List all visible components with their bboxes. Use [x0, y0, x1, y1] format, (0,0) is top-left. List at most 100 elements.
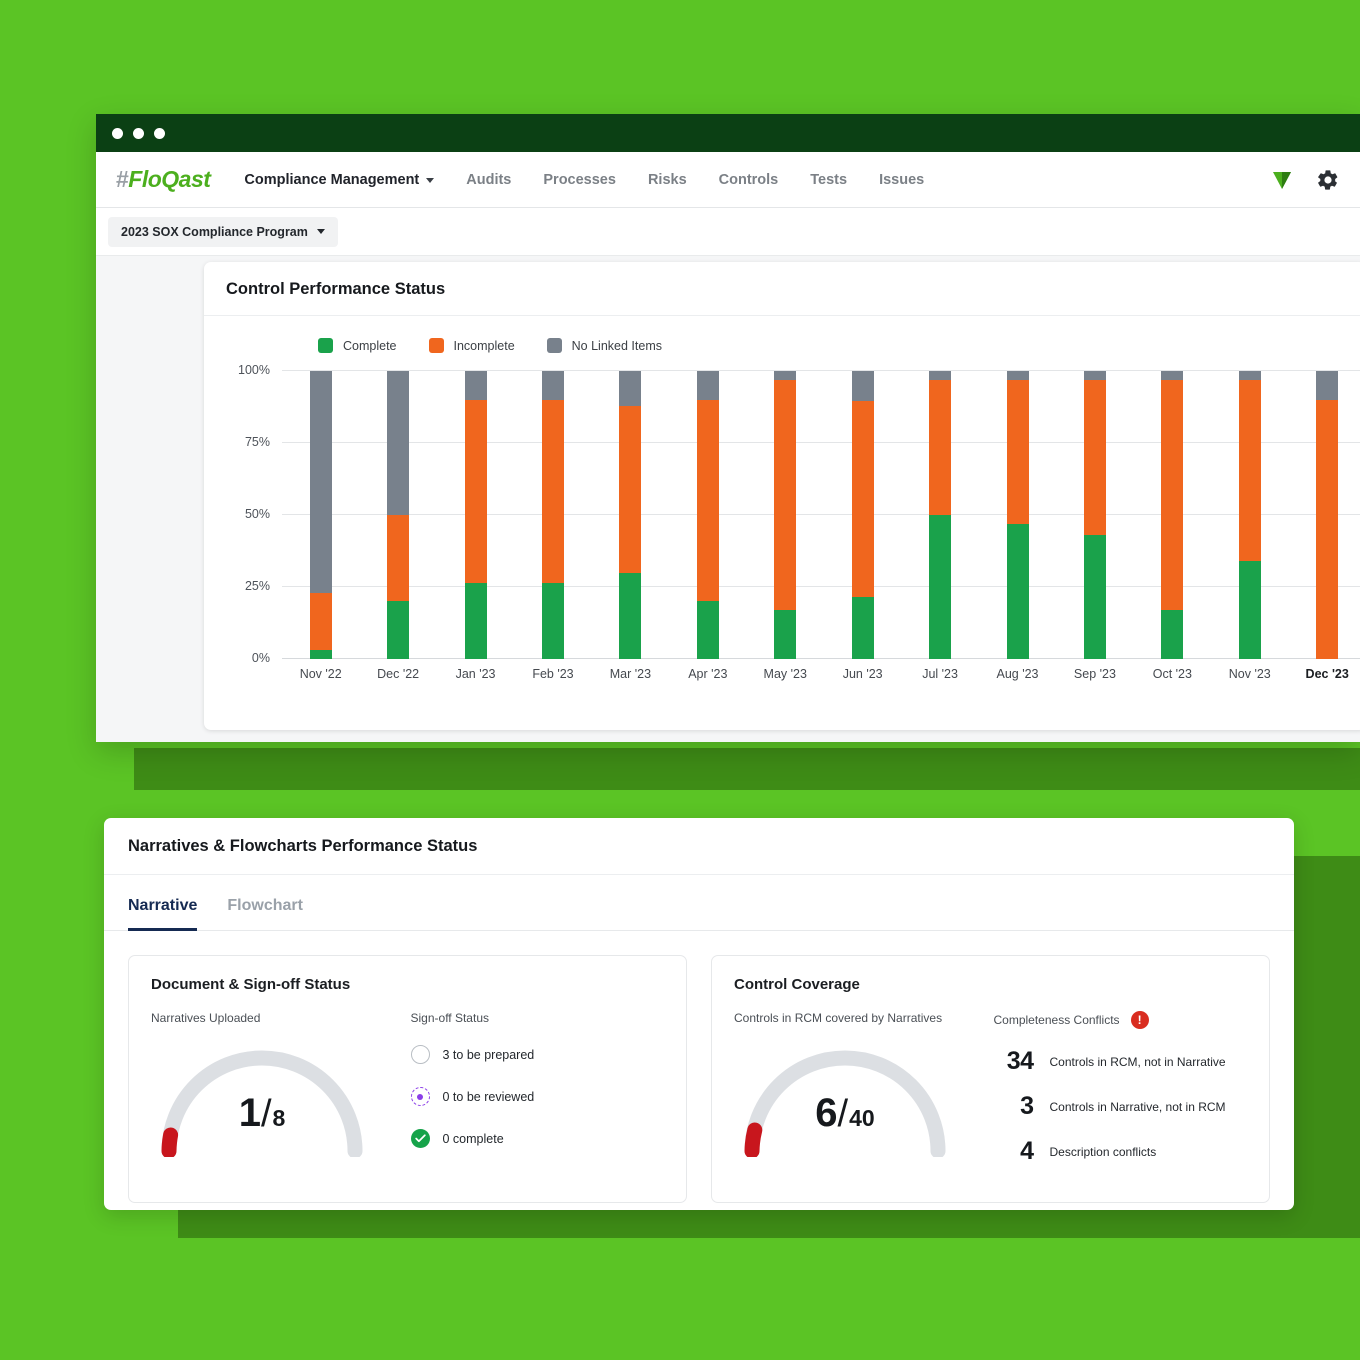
floqast-logo[interactable]: # FloQast [116, 166, 211, 193]
bar-segment-complete [1006, 523, 1029, 659]
window-dot-minimize[interactable] [133, 127, 144, 139]
legend-item-no-linked-items[interactable]: No Linked Items [546, 338, 662, 353]
narratives-uploaded-gauge: 1/8 [151, 1039, 373, 1159]
bar-segment-no-linked-items [696, 371, 719, 400]
chart-bar-Apr23[interactable] [669, 371, 746, 659]
completeness-conflicts-header: Completeness Conflicts ! [994, 1011, 1248, 1029]
chevron-down-icon [426, 178, 435, 183]
bar-stack [541, 371, 564, 659]
chart-x-tick-label: Jan '23 [455, 667, 496, 681]
control-performance-card: Control Performance Status Complete Incom… [204, 262, 1360, 730]
bar-segment-no-linked-items [619, 371, 642, 406]
nav-item-risks-label: Risks [647, 171, 687, 188]
legend-item-label: Complete [343, 338, 397, 353]
program-selector[interactable]: 2023 SOX Compliance Program [108, 216, 338, 247]
chart-bar-Jul23[interactable] [901, 371, 978, 659]
chart-x-tick-label: Nov '23 [1228, 667, 1271, 681]
chart-y-tick-label: 75% [244, 435, 270, 449]
signoff-status-section: Sign-off Status 3 to be prepared 0 to be… [410, 1011, 665, 1157]
nav-item-processes-label: Processes [543, 171, 616, 188]
chart-legend: Complete Incomplete No Linked Items [204, 316, 1360, 353]
narratives-uploaded-total: 8 [272, 1105, 286, 1131]
bar-stack [1006, 371, 1029, 659]
controls-covered-total: 40 [849, 1105, 875, 1131]
tab-flowchart[interactable]: Flowchart [227, 897, 303, 931]
bar-segment-incomplete [774, 379, 797, 611]
signoff-item-label: 3 to be prepared [442, 1047, 535, 1062]
nav-item-risks[interactable]: Risks [648, 172, 687, 188]
nav-compliance-management[interactable]: Compliance Management [244, 171, 435, 188]
conflict-count: 34 [1006, 1047, 1034, 1075]
bar-stack [309, 371, 332, 659]
bar-segment-complete [696, 601, 719, 659]
tab-narrative[interactable]: Narrative [128, 897, 198, 931]
decorative-green-bar-top [134, 748, 1360, 790]
bar-segment-incomplete [851, 401, 874, 598]
nav-item-processes[interactable]: Processes [543, 172, 616, 188]
control-coverage-title: Control Coverage [734, 976, 860, 993]
chart-plot-area: 100% 75% 50% 25% 0% Nov '22 Dec '22 Jan '23 Feb… [204, 363, 1360, 701]
chart-y-tick-label: 25% [244, 579, 270, 593]
nav-item-issues[interactable]: Issues [879, 172, 924, 188]
control-performance-title: Control Performance Status [204, 262, 1360, 316]
logo-hash: # [116, 166, 129, 192]
chart-y-tick-label: 50% [244, 507, 270, 521]
chart-bar-Dec22[interactable] [359, 371, 436, 659]
chart-bar-Nov23[interactable] [1211, 371, 1288, 659]
chart-bar-Mar23[interactable] [592, 371, 669, 659]
bar-segment-complete [1161, 610, 1184, 659]
window-titlebar [96, 114, 1360, 152]
chart-bar-Dec23[interactable] [1288, 371, 1360, 659]
legend-item-complete[interactable]: Complete [318, 338, 397, 353]
bar-segment-no-linked-items [1161, 371, 1184, 380]
chart-x-tick-label: Nov '22 [299, 667, 342, 681]
nav-item-controls[interactable]: Controls [719, 172, 779, 188]
bar-stack [1238, 371, 1261, 659]
chart-bar-Oct23[interactable] [1134, 371, 1211, 659]
bar-segment-complete [309, 650, 332, 659]
bar-segment-complete [1083, 535, 1106, 659]
chart-bar-Jan23[interactable] [437, 371, 514, 659]
bar-segment-incomplete [1083, 379, 1106, 536]
window-dot-maximize[interactable] [154, 127, 165, 139]
window-dot-close[interactable] [112, 127, 123, 139]
controls-covered-section: Controls in RCM covered by Narratives 6/… [734, 1011, 994, 1166]
chart-bar-May23[interactable] [747, 371, 824, 659]
chart-x-tick-label: Jun '23 [842, 667, 883, 681]
nav-item-tests[interactable]: Tests [810, 172, 847, 188]
bar-segment-no-linked-items [1006, 371, 1029, 380]
legend-item-incomplete[interactable]: Incomplete [428, 338, 515, 353]
list-item[interactable]: 0 complete [410, 1129, 665, 1148]
signoff-status-label: Sign-off Status [410, 1011, 490, 1025]
nav-item-audits-label: Audits [466, 171, 512, 188]
chart-x-tick-label: Jul '23 [922, 667, 958, 681]
list-item[interactable]: 3 to be prepared [410, 1045, 665, 1064]
list-item[interactable]: 0 to be reviewed [410, 1087, 665, 1106]
chart-bar-Sep23[interactable] [1056, 371, 1133, 659]
chart-bar-Jun23[interactable] [824, 371, 901, 659]
nav-item-audits[interactable]: Audits [466, 172, 511, 188]
flag-icon[interactable] [1270, 168, 1294, 192]
gear-icon[interactable] [1316, 168, 1340, 192]
alert-icon[interactable]: ! [1130, 1011, 1149, 1029]
chart-bar-Aug23[interactable] [979, 371, 1056, 659]
bar-stack [929, 371, 952, 659]
completeness-conflicts-label: Completeness Conflicts [993, 1013, 1120, 1027]
completeness-conflicts-section: Completeness Conflicts ! 34 Controls in … [994, 1011, 1248, 1166]
narratives-tabs: Narrative Flowchart [104, 875, 1294, 931]
bar-segment-incomplete [464, 399, 487, 583]
chart-bar-Nov22[interactable] [282, 371, 359, 659]
bar-segment-complete [541, 582, 564, 659]
nav-compliance-management-label: Compliance Management [244, 171, 420, 188]
bar-stack [464, 371, 487, 659]
chart-bar-Feb23[interactable] [514, 371, 591, 659]
bar-segment-no-linked-items [464, 371, 487, 400]
program-subbar: 2023 SOX Compliance Program [96, 208, 1360, 256]
controls-covered-gauge: 6/40 [734, 1039, 956, 1159]
browser-window: # FloQast Compliance Management Audits Pr… [96, 114, 1360, 742]
nav-item-controls-label: Controls [718, 171, 779, 188]
narratives-uploaded-section: Narratives Uploaded 1/8 [151, 1011, 411, 1159]
nav-item-tests-label: Tests [810, 171, 848, 188]
bar-stack [1161, 371, 1184, 659]
chart-x-tick-label: Dec '23 [1305, 667, 1349, 681]
